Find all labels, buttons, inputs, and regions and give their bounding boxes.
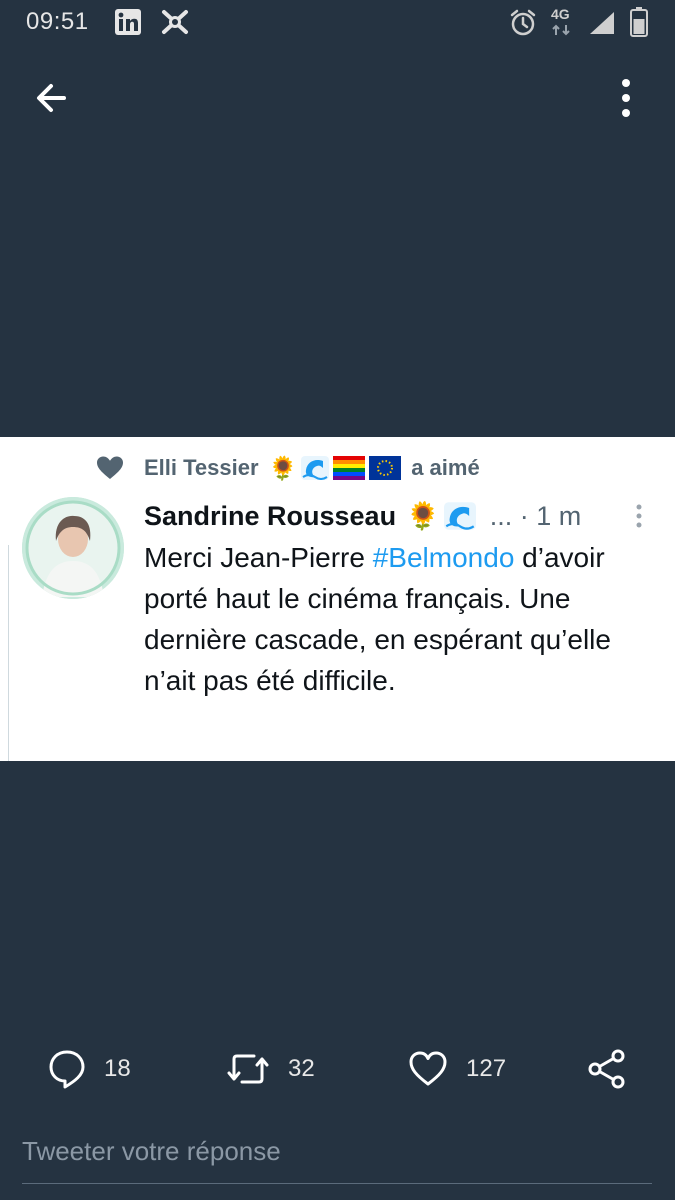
author-row: Sandrine Rousseau 🌻 ... · 1 m (144, 497, 644, 535)
reply-button[interactable]: 18 (48, 1046, 131, 1092)
retweet-button[interactable]: 32 (226, 1046, 315, 1092)
profile-photo (22, 497, 124, 599)
author-emojis: 🌻 (406, 500, 480, 532)
tweet-card[interactable]: Elli Tessier 🌻 a aimé Sandrine Rousseau … (0, 437, 675, 761)
like-button[interactable]: 127 (408, 1046, 506, 1092)
reply-count: 18 (104, 1055, 131, 1082)
share-button[interactable] (586, 1046, 628, 1092)
reply-underline (22, 1183, 652, 1184)
more-options-button[interactable] (604, 76, 648, 120)
wave-emoji (301, 456, 330, 480)
author-name[interactable]: Sandrine Rousseau (144, 501, 396, 532)
tweet-detail-screen: 09:51 4G Elli Tessier 🌻 a aimé Sandrine … (0, 0, 675, 1200)
data-arrows-icon (552, 24, 570, 36)
share-icon (588, 1049, 625, 1089)
status-time: 09:51 (26, 8, 89, 35)
tweet-text-start: Merci Jean-Pierre (144, 542, 373, 573)
retweet-icon (227, 1054, 269, 1084)
reply-input[interactable]: Tweeter votre réponse (0, 1120, 675, 1200)
network-type-label: 4G (551, 6, 570, 22)
heart-icon (409, 1051, 447, 1086)
arrow-left-icon (37, 84, 66, 112)
battery-icon (630, 7, 648, 37)
status-bar: 09:51 4G (0, 0, 675, 44)
more-vertical-icon (622, 79, 630, 117)
linkedin-icon (115, 9, 141, 35)
app-icon (162, 10, 188, 34)
rainbow-flag-emoji (333, 456, 366, 480)
reply-icon (49, 1050, 85, 1089)
like-count: 127 (466, 1055, 507, 1082)
reply-placeholder: Tweeter votre réponse (22, 1136, 281, 1166)
heart-filled-icon (97, 456, 123, 479)
author-avatar[interactable] (22, 497, 124, 599)
tweet-text: Merci Jean-Pierre #Belmondo d’avoir port… (144, 537, 644, 701)
sunflower-emoji: 🌻 (406, 501, 440, 531)
hashtag-link[interactable]: #Belmondo (373, 542, 515, 573)
liked-by-row: Elli Tessier 🌻 a aimé (96, 453, 480, 483)
signal-icon (590, 12, 614, 34)
alarm-icon (510, 9, 536, 36)
liked-by-emojis: 🌻 (269, 455, 406, 482)
liked-action-label: a aimé (411, 455, 480, 480)
eu-flag-emoji (369, 456, 402, 480)
retweet-count: 32 (288, 1055, 315, 1082)
liked-by-name[interactable]: Elli Tessier (144, 455, 259, 481)
more-vertical-icon[interactable] (633, 503, 645, 531)
tweet-meta: ... · 1 m (489, 500, 582, 531)
divider (8, 545, 9, 761)
sunflower-emoji: 🌻 (268, 454, 298, 481)
wave-emoji (443, 502, 476, 530)
back-button[interactable] (30, 76, 76, 120)
